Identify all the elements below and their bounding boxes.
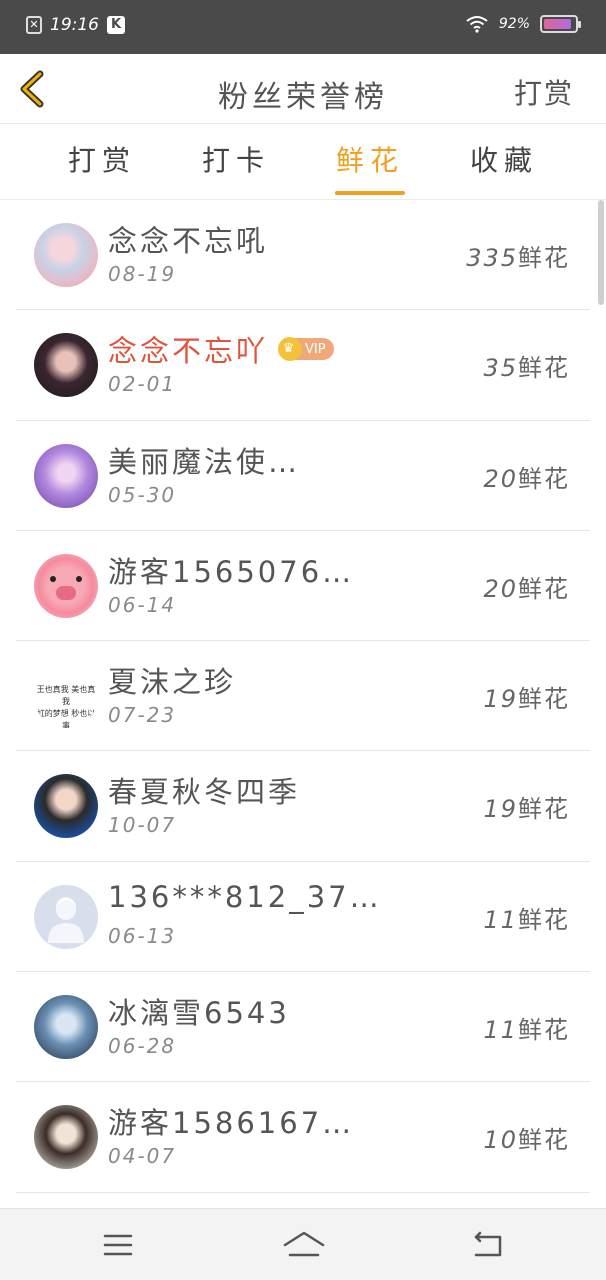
flower-count: 335鲜花	[466, 244, 570, 272]
home-button[interactable]	[282, 1227, 325, 1263]
menu-icon	[103, 1234, 133, 1256]
avatar[interactable]	[34, 333, 98, 398]
date: 06-14	[108, 592, 177, 617]
date: 06-13	[108, 923, 177, 948]
list-item[interactable]: 游客1586167… 04-07 10鲜花	[16, 1082, 590, 1193]
list-item[interactable]: 念念不忘吼 08-19 335鲜花	[16, 200, 590, 311]
date: 05-30	[108, 482, 177, 507]
user-name: 念念不忘吼	[108, 224, 269, 258]
user-name: 夏沫之珍	[108, 665, 237, 700]
avatar[interactable]	[34, 553, 98, 618]
tab-reward[interactable]: 打赏	[52, 125, 152, 200]
list-item[interactable]: 冰漓雪6543 06-28 11鲜花	[16, 972, 590, 1083]
flower-count: 19鲜花	[483, 795, 570, 824]
flower-count: 11鲜花	[483, 1016, 570, 1045]
list-item[interactable]: 136***812_37… 06-13 11鲜花	[16, 862, 590, 973]
flower-count: 11鲜花	[483, 905, 570, 934]
flower-count: 10鲜花	[483, 1126, 570, 1155]
date: 06-28	[108, 1034, 177, 1059]
wifi-icon	[466, 16, 488, 33]
date: 10-07	[108, 813, 177, 838]
avatar[interactable]	[34, 223, 98, 287]
home-icon	[283, 1231, 325, 1257]
status-time: 19:16	[50, 15, 99, 35]
tab-favorites[interactable]: 收藏	[454, 125, 554, 200]
date: 08-19	[108, 262, 177, 286]
user-name: 游客1565076…	[108, 554, 355, 589]
avatar[interactable]	[34, 884, 98, 949]
vip-badge: ♛ VIP	[278, 337, 334, 362]
battery-icon	[540, 15, 581, 33]
user-name: 美丽魔法使…	[108, 444, 301, 479]
k-app-icon: K	[107, 16, 125, 34]
user-name: 春夏秋冬四季	[108, 775, 301, 810]
list-item[interactable]: 游客1565076… 06-14 20鲜花	[16, 531, 590, 642]
date: 07-23	[108, 703, 177, 728]
date: 02-01	[108, 372, 177, 397]
back-nav-button[interactable]	[468, 1227, 508, 1263]
notification-icon: ✕	[26, 16, 42, 34]
avatar[interactable]	[34, 443, 98, 508]
fan-ranking-list: 念念不忘吼 08-19 335鲜花 念念不忘吖 ♛ VIP 02-01 35鲜花 美…	[16, 200, 590, 1193]
back-icon	[474, 1231, 502, 1257]
reward-button[interactable]: 打赏	[514, 72, 574, 112]
menu-button[interactable]	[100, 1227, 140, 1263]
flower-count: 20鲜花	[483, 574, 570, 603]
date: 04-07	[108, 1144, 177, 1169]
tab-flowers[interactable]: 鲜花	[320, 125, 420, 200]
avatar[interactable]	[34, 774, 98, 839]
user-name: 136***812_37…	[108, 879, 382, 914]
user-name: 念念不忘吖 ♛ VIP	[108, 328, 334, 370]
tab-bar: 打赏 打卡 鲜花 收藏	[0, 125, 606, 200]
user-name: 冰漓雪6543	[108, 996, 290, 1031]
avatar[interactable]: 王也真我 美也真我 虹的梦想 秒也以事	[34, 664, 98, 729]
list-item[interactable]: 美丽魔法使… 05-30 20鲜花	[16, 421, 590, 531]
status-bar: ✕ 19:16 K 92%	[0, 0, 606, 54]
crown-icon: ♛	[278, 337, 303, 362]
list-item[interactable]: 春夏秋冬四季 10-07 19鲜花	[16, 751, 590, 862]
avatar[interactable]	[34, 1105, 98, 1170]
list-item[interactable]: 念念不忘吖 ♛ VIP 02-01 35鲜花	[16, 310, 590, 421]
scrollbar[interactable]	[598, 200, 604, 305]
system-nav-bar	[0, 1208, 606, 1280]
battery-percent: 92%	[498, 16, 530, 32]
user-name: 游客1586167…	[108, 1106, 355, 1141]
default-user-icon	[48, 899, 84, 943]
flower-count: 20鲜花	[483, 464, 570, 493]
flower-count: 19鲜花	[483, 685, 570, 714]
tab-checkin[interactable]: 打卡	[186, 125, 286, 200]
avatar[interactable]	[34, 995, 98, 1060]
list-item[interactable]: 王也真我 美也真我 虹的梦想 秒也以事 夏沫之珍 07-23 19鲜花	[16, 641, 590, 752]
flower-count: 35鲜花	[483, 354, 570, 383]
header-bar: 粉丝荣誉榜 打赏	[0, 54, 606, 124]
